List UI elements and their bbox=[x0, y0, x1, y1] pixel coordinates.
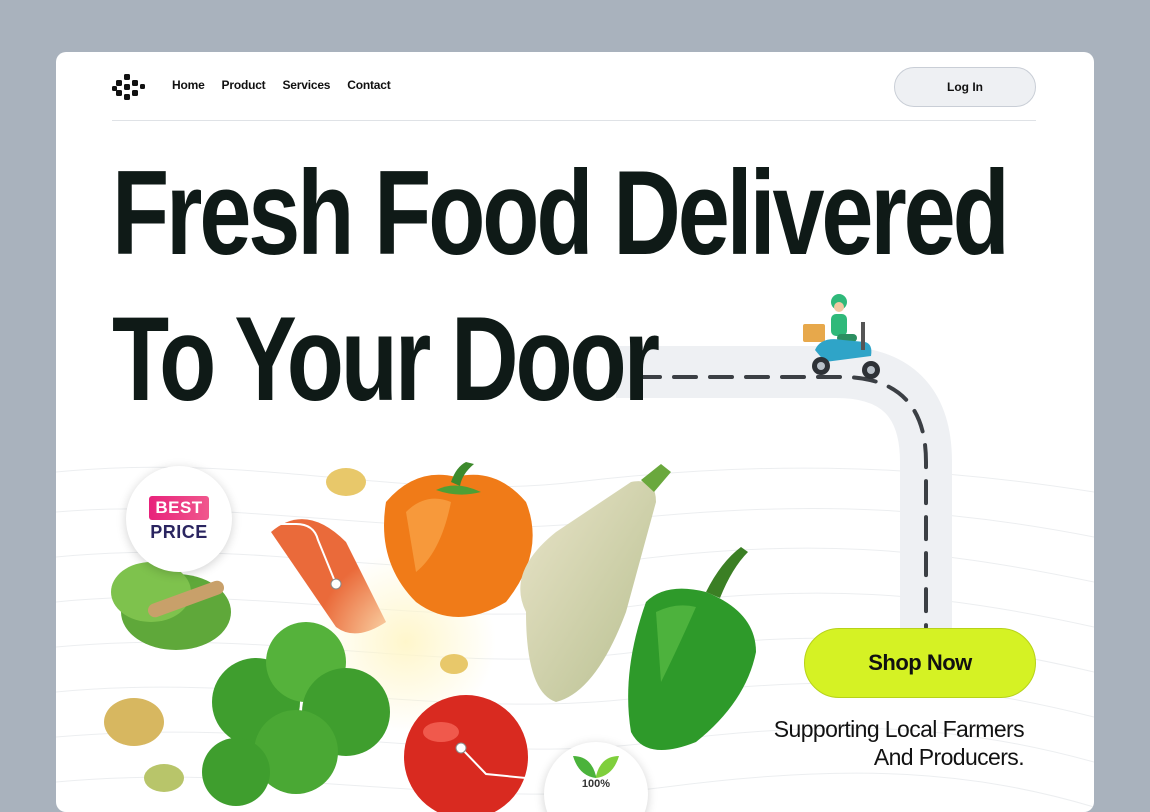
potato bbox=[104, 698, 164, 746]
best-price-label-bottom: PRICE bbox=[150, 521, 208, 542]
bean bbox=[144, 764, 184, 792]
vegetables-illustration bbox=[104, 462, 756, 812]
bean bbox=[326, 468, 366, 496]
landing-card: Home Product Services Contact Log In Fre… bbox=[56, 52, 1094, 812]
tagline-line-1: Supporting Local Farmers bbox=[773, 716, 1025, 742]
hero-tagline: Supporting Local Farmers And Producers. bbox=[773, 715, 1025, 771]
best-price-badge: BEST PRICE bbox=[126, 466, 232, 572]
green-pepper bbox=[628, 547, 756, 750]
best-price-label-top: BEST bbox=[149, 495, 209, 520]
organic-percent: 100% bbox=[581, 778, 611, 790]
lettuce bbox=[111, 562, 231, 650]
leaf-icon bbox=[573, 756, 619, 778]
tagline-line-2: And Producers. bbox=[873, 744, 1025, 770]
bean bbox=[440, 654, 468, 674]
shop-now-button[interactable]: Shop Now bbox=[804, 628, 1036, 698]
